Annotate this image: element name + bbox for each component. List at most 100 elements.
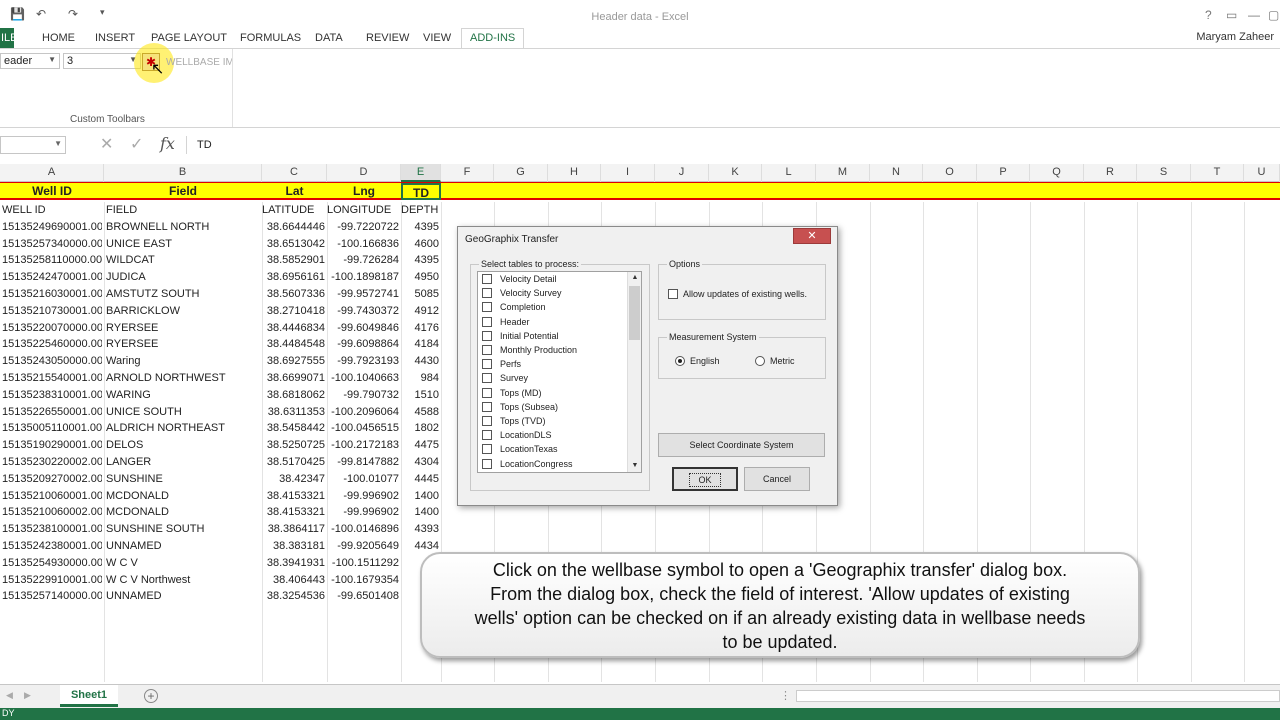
cell[interactable]: -100.1511292 (327, 555, 399, 572)
cell[interactable]: 4475 (401, 437, 439, 454)
column-header[interactable]: F (441, 164, 494, 182)
cell[interactable]: -100.0146896 (327, 521, 399, 538)
tab-formulas[interactable]: FORMULAS (240, 32, 301, 44)
cell[interactable]: W C V Northwest (106, 572, 260, 589)
cell[interactable]: UNICE SOUTH (106, 404, 260, 421)
cell[interactable]: 15135210060001.00 (2, 488, 102, 505)
cell[interactable]: SUNSHINE SOUTH (106, 521, 260, 538)
allow-updates-checkbox[interactable]: Allow updates of existing wells. (668, 289, 807, 299)
cell[interactable]: MCDONALD (106, 504, 260, 521)
list-item[interactable]: LocationDLS (482, 430, 552, 444)
column-header[interactable]: G (494, 164, 548, 182)
cell[interactable]: -99.9205649 (327, 538, 399, 555)
cell[interactable]: 38.6818062 (262, 387, 325, 404)
cell[interactable]: 15135230220002.00 (2, 454, 102, 471)
column-header[interactable]: U (1244, 164, 1280, 182)
checkbox-icon[interactable] (482, 458, 492, 469)
column-header[interactable]: P (977, 164, 1030, 182)
sheet-tab-sheet1[interactable]: Sheet1 (60, 685, 118, 707)
cell[interactable]: 38.406443 (262, 572, 325, 589)
list-item[interactable]: Velocity Survey (482, 288, 562, 302)
cell[interactable]: 38.4153321 (262, 504, 325, 521)
cell[interactable]: 4588 (401, 404, 439, 421)
column-header-selected[interactable]: E (401, 164, 441, 182)
cell[interactable]: FIELD (106, 202, 260, 219)
cell[interactable]: 15135226550001.00 (2, 404, 102, 421)
cell[interactable]: 38.4153321 (262, 488, 325, 505)
horizontal-scrollbar[interactable] (796, 690, 1280, 702)
cell[interactable]: RYERSEE (106, 320, 260, 337)
list-item[interactable]: Tops (Subsea) (482, 401, 558, 416)
ribbon-display-icon[interactable]: ▭ (1226, 8, 1237, 22)
cell[interactable]: 38.5250725 (262, 437, 325, 454)
cell[interactable]: 1802 (401, 420, 439, 437)
header-cell-well-id[interactable]: Well ID (0, 183, 104, 200)
cell[interactable]: 38.4446834 (262, 320, 325, 337)
cell[interactable]: 15135216030001.00 (2, 286, 102, 303)
cell[interactable]: -99.996902 (327, 488, 399, 505)
column-header[interactable]: R (1084, 164, 1137, 182)
column-header[interactable]: A (0, 164, 104, 182)
list-item[interactable]: Header (482, 316, 530, 331)
cell[interactable]: 15135215540001.00 (2, 370, 102, 387)
cell[interactable]: ALDRICH NORTHEAST (106, 420, 260, 437)
help-icon[interactable]: ? (1205, 8, 1212, 22)
cell[interactable]: 15135242470001.00 (2, 269, 102, 286)
cell[interactable]: 15135257140000.00 (2, 588, 102, 605)
list-scrollbar[interactable]: ▲ ▼ (627, 272, 641, 472)
cell[interactable]: 38.3864117 (262, 521, 325, 538)
cell[interactable]: 15135238310001.00 (2, 387, 102, 404)
scroll-left-icon[interactable]: ◀ (6, 690, 13, 701)
header-cell-field[interactable]: Field (104, 183, 262, 200)
cell[interactable]: 38.3254536 (262, 588, 325, 605)
cell[interactable]: BARRICKLOW (106, 303, 260, 320)
column-header[interactable]: L (762, 164, 816, 182)
tab-page-layout[interactable]: PAGE LAYOUT (151, 32, 227, 44)
cell[interactable]: RYERSEE (106, 336, 260, 353)
cell[interactable]: 15135190290001.00 (2, 437, 102, 454)
cell[interactable]: 4950 (401, 269, 439, 286)
cell[interactable]: -99.790732 (327, 387, 399, 404)
cell[interactable]: 15135005110001.00 (2, 420, 102, 437)
cell[interactable]: -100.2096064 (327, 404, 399, 421)
cell[interactable]: 38.3941931 (262, 555, 325, 572)
cell[interactable]: LONGITUDE (327, 202, 399, 219)
user-name[interactable]: Maryam Zaheer (1196, 31, 1274, 43)
cell[interactable]: 4393 (401, 521, 439, 538)
tab-insert[interactable]: INSERT (95, 32, 135, 44)
list-item[interactable]: Completion (482, 302, 546, 316)
cell[interactable]: 38.5170425 (262, 454, 325, 471)
scroll-right-icon[interactable]: ▶ (24, 690, 31, 701)
cell[interactable]: 15135220070000.00 (2, 320, 102, 337)
column-header[interactable]: D (327, 164, 401, 182)
tables-listbox[interactable]: Velocity Detail Velocity Survey Completion… (477, 271, 642, 473)
cell[interactable]: W C V (106, 555, 260, 572)
cell[interactable]: 15135225460000.00 (2, 336, 102, 353)
column-header[interactable]: J (655, 164, 709, 182)
cell[interactable]: 15135209270002.00 (2, 471, 102, 488)
cell[interactable]: 38.2710418 (262, 303, 325, 320)
cell[interactable]: -100.2172183 (327, 437, 399, 454)
checkbox-icon[interactable] (482, 316, 492, 327)
tab-view[interactable]: VIEW (423, 32, 451, 44)
cell[interactable]: 38.6956161 (262, 269, 325, 286)
scroll-down-icon[interactable]: ▼ (628, 460, 642, 472)
checkbox-icon[interactable] (482, 416, 492, 426)
column-header[interactable]: Q (1030, 164, 1084, 182)
list-item[interactable]: Perfs (482, 359, 521, 373)
cell[interactable]: 1510 (401, 387, 439, 404)
column-header[interactable]: S (1137, 164, 1191, 182)
cell[interactable]: 15135257340000.00 (2, 236, 102, 253)
tab-file[interactable]: ILE (0, 28, 18, 48)
checkbox-icon[interactable] (482, 288, 492, 299)
scroll-thumb[interactable] (629, 286, 640, 340)
cell[interactable]: DEPTH (401, 202, 439, 219)
tab-home[interactable]: HOME (42, 32, 75, 44)
column-header[interactable]: C (262, 164, 327, 182)
cell[interactable]: 15135210730001.00 (2, 303, 102, 320)
close-icon[interactable]: ✕ (793, 228, 831, 244)
checkbox-icon[interactable] (482, 373, 492, 384)
cell[interactable]: 38.6927555 (262, 353, 325, 370)
cell[interactable]: 38.6513042 (262, 236, 325, 253)
checkbox-icon[interactable] (482, 430, 492, 441)
